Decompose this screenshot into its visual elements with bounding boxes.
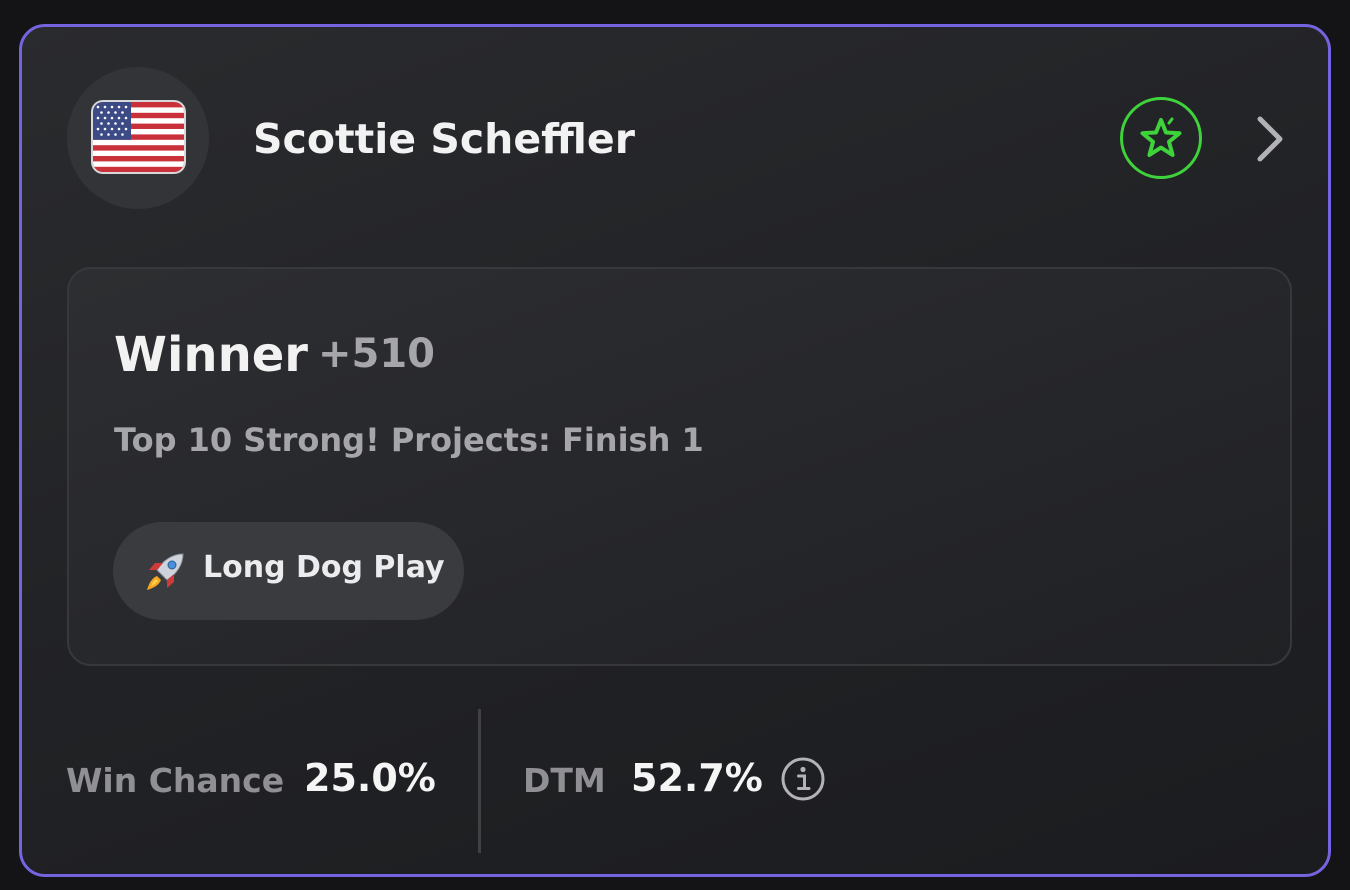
- bet-details-panel: Winner +510 Top 10 Strong! Projects: Fin…: [67, 267, 1292, 666]
- win-chance-value: 25.0%: [304, 756, 436, 800]
- flag-avatar: [67, 67, 209, 209]
- favorite-button[interactable]: [1120, 97, 1202, 179]
- open-details-button[interactable]: [1252, 115, 1288, 163]
- odds-value: +510: [318, 331, 436, 377]
- info-icon[interactable]: [780, 756, 826, 802]
- stats-divider: [478, 709, 481, 853]
- projection-text: Top 10 Strong! Projects: Finish 1: [114, 421, 704, 459]
- star-icon: [1140, 117, 1182, 157]
- win-chance-label: Win Chance: [66, 761, 285, 800]
- market-title: Winner: [114, 327, 308, 383]
- player-name: Scottie Scheffler: [253, 115, 635, 163]
- us-flag-icon: [93, 102, 184, 172]
- long-dog-play-tag[interactable]: Long Dog Play: [113, 522, 464, 620]
- dtm-value: 52.7%: [631, 756, 763, 800]
- dtm-label: DTM: [523, 761, 606, 800]
- chevron-right-icon: [1257, 116, 1283, 162]
- rocket-icon: [147, 553, 184, 590]
- tag-label: Long Dog Play: [203, 550, 445, 585]
- player-bet-card[interactable]: Scottie Scheffler Winner +510 Top 10 Str…: [19, 24, 1331, 877]
